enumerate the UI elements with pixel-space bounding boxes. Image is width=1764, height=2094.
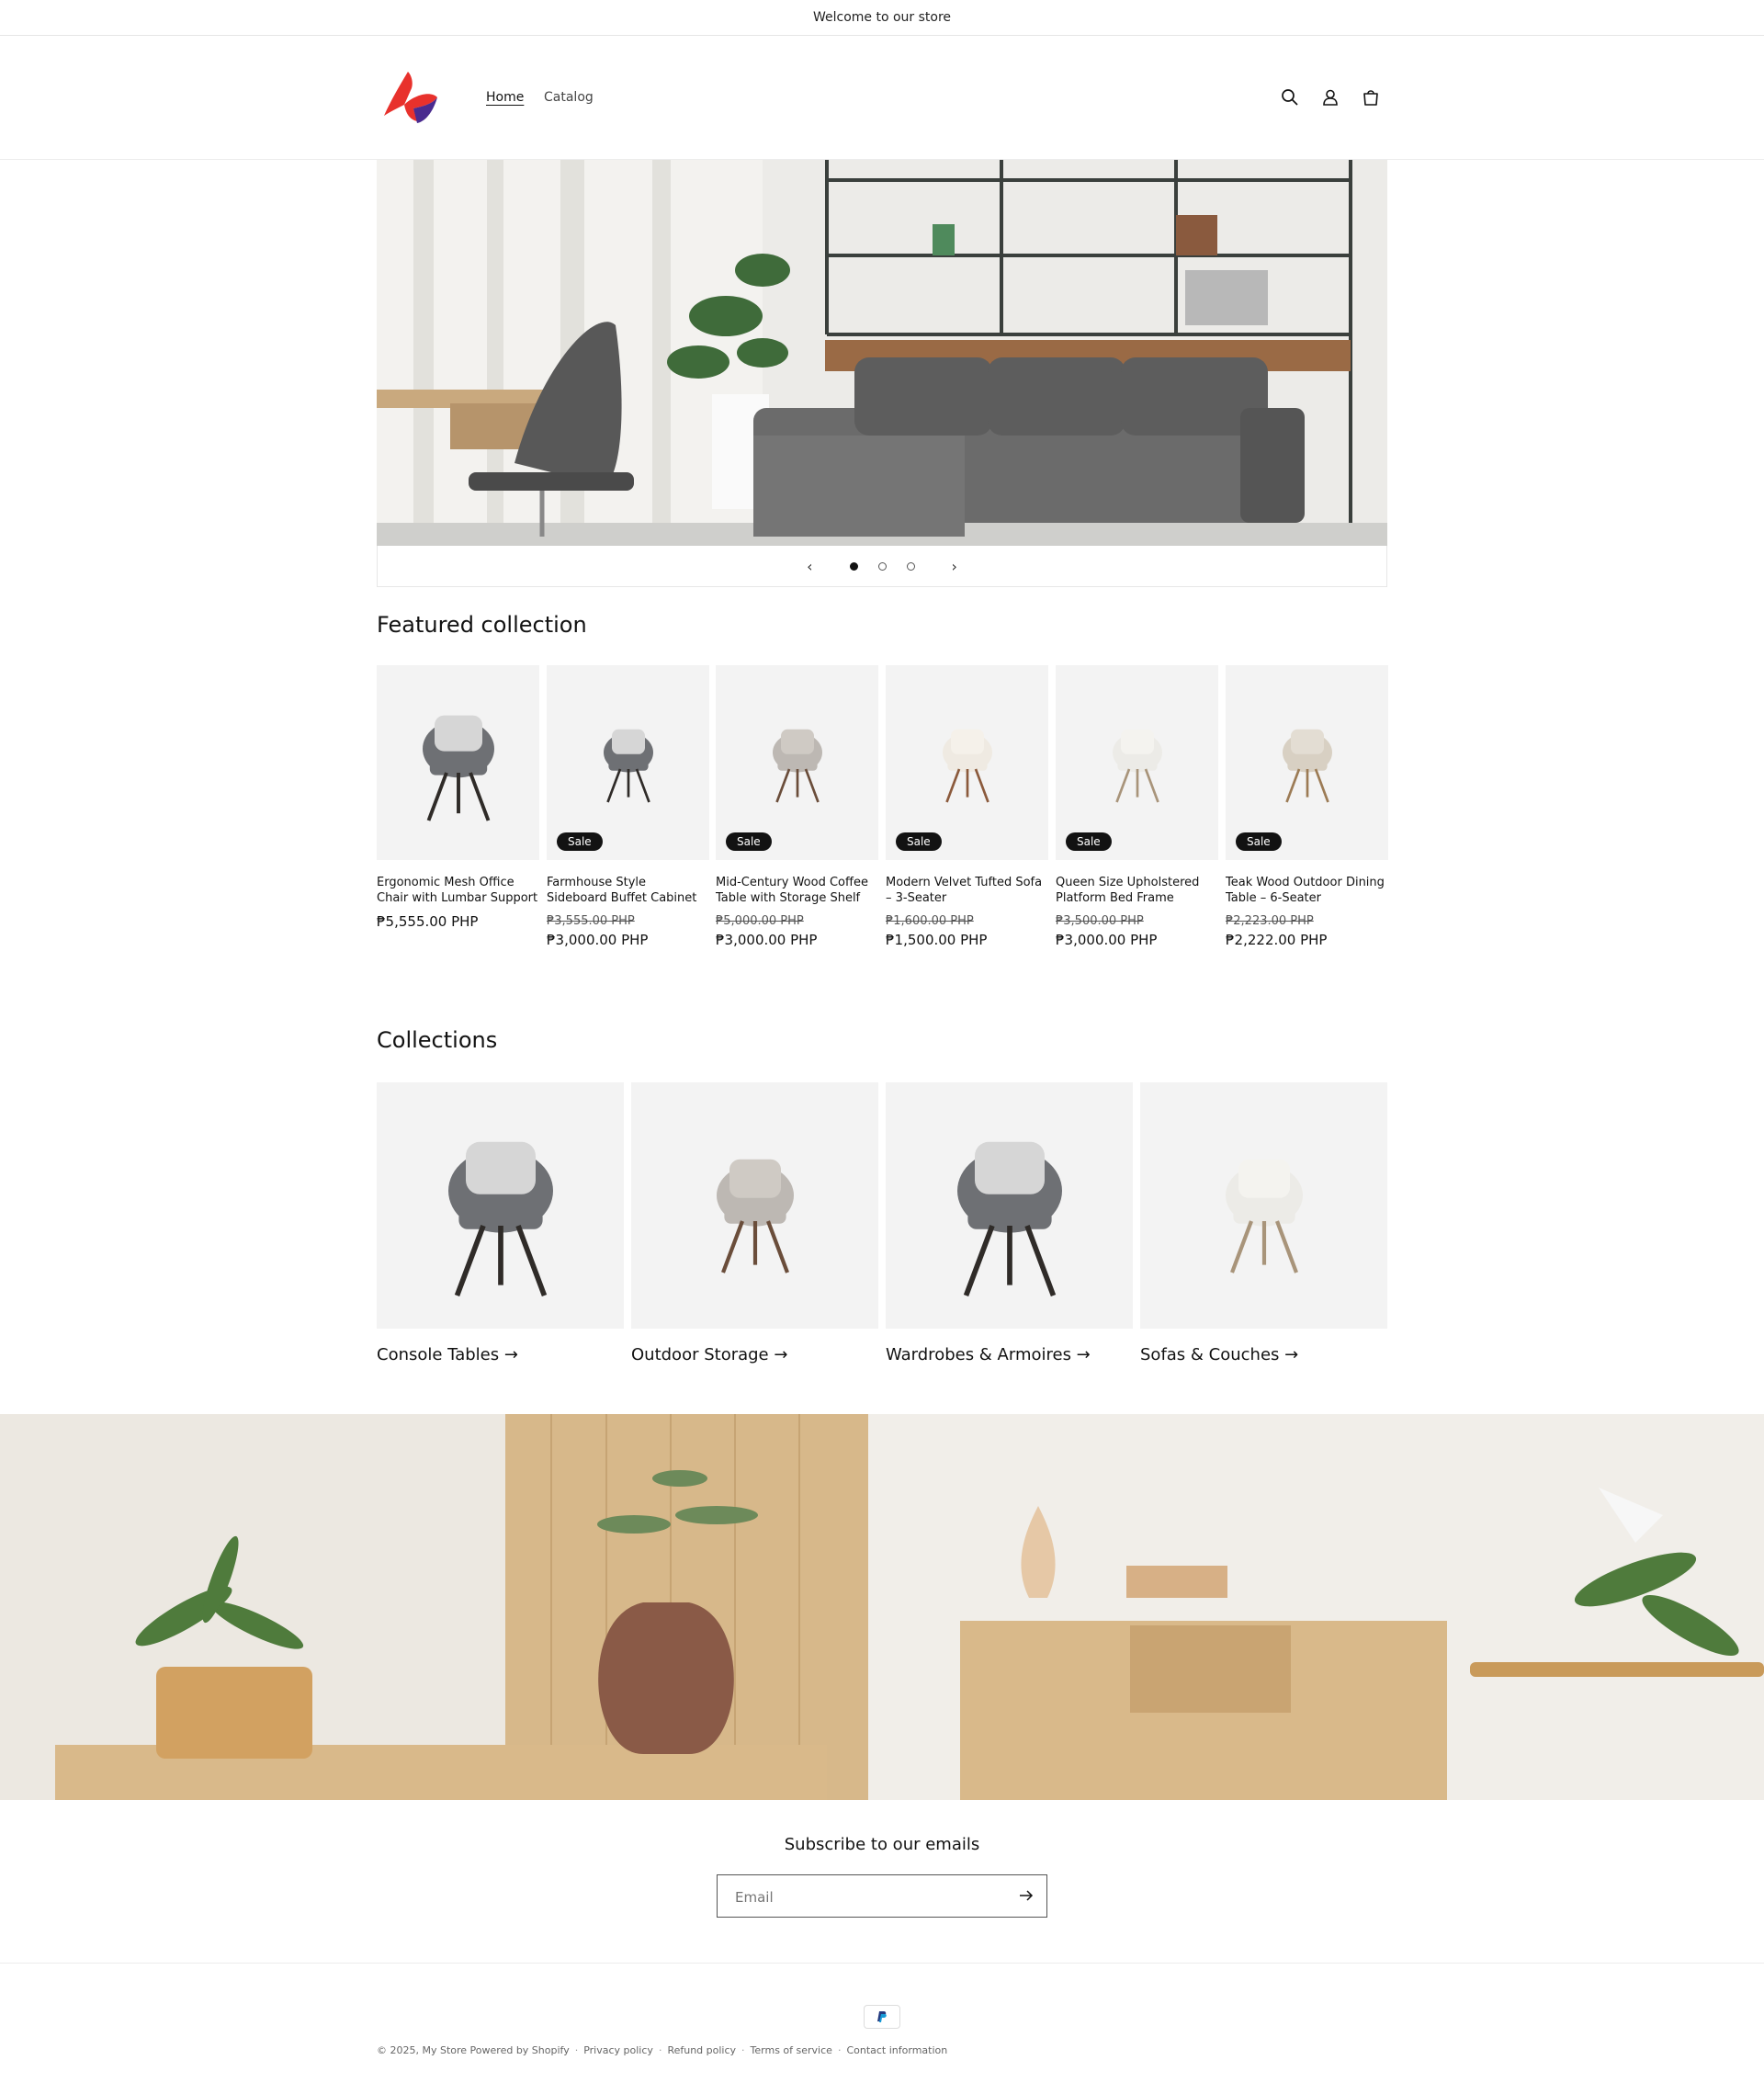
slide-dot-2[interactable] [877,561,887,571]
sale-badge: Sale [1066,832,1112,851]
copyright-text: © 2025, My Store Powered by Shopify [377,2044,570,2056]
product-title[interactable]: Teak Wood Outdoor Dining Table – 6-Seate… [1226,875,1388,906]
product-card[interactable]: Sale Queen Size Upholstered Platform Bed… [1056,665,1218,948]
account-icon[interactable] [1317,85,1343,110]
collection-card[interactable]: Outdoor Storage → [631,1082,878,1364]
product-compare-price: ₱2,223.00 PHP [1226,914,1314,928]
store-logo[interactable] [377,68,447,129]
email-input[interactable] [718,1875,1012,1919]
product-image[interactable]: Sale [547,665,709,860]
product-sale-price: ₱3,000.00 PHP [716,932,818,948]
sale-badge: Sale [726,832,772,851]
sale-badge: Sale [1236,832,1282,851]
product-image[interactable]: Sale [886,665,1048,860]
product-title[interactable]: Queen Size Upholstered Platform Bed Fram… [1056,875,1218,906]
product-sale-price: ₱1,500.00 PHP [886,932,988,948]
collection-image[interactable] [886,1082,1133,1329]
slide-next-button[interactable]: › [935,558,974,575]
product-compare-price: ₱3,555.00 PHP [547,914,635,928]
slide-dot-3[interactable] [906,561,915,571]
product-title[interactable]: Farmhouse Style Sideboard Buffet Cabinet [547,875,709,906]
announcement-text: Welcome to our store [812,10,952,25]
slideshow-controls: ‹ › [377,546,1387,587]
sale-badge: Sale [896,832,942,851]
product-card[interactable]: Sale Modern Velvet Tufted Sofa – 3-Seate… [886,665,1048,948]
product-sale-price: ₱3,000.00 PHP [547,932,649,948]
lifestyle-banner-image [0,1414,1764,1800]
collection-card[interactable]: Console Tables → [377,1082,624,1364]
nav-catalog-link[interactable]: Catalog [544,90,594,105]
product-title[interactable]: Modern Velvet Tufted Sofa – 3-Seater [886,875,1048,906]
product-image[interactable]: Sale [716,665,878,860]
collection-card[interactable]: Sofas & Couches → [1140,1082,1387,1364]
featured-collection-title: Featured collection [377,612,587,638]
paypal-icon [864,2005,900,2029]
product-card[interactable]: Sale Mid-Century Wood Coffee Table with … [716,665,878,948]
collection-image[interactable] [377,1082,624,1329]
product-title[interactable]: Mid-Century Wood Coffee Table with Stora… [716,875,878,906]
product-sale-price: ₱3,000.00 PHP [1056,932,1158,948]
product-image[interactable] [377,665,539,860]
subscribe-arrow-icon[interactable] [1017,1886,1035,1905]
sale-badge: Sale [557,832,603,851]
announcement-bar: Welcome to our store [0,0,1764,36]
footer-divider [0,1963,1764,1964]
product-compare-price: ₱1,600.00 PHP [886,914,974,928]
cart-icon[interactable] [1358,85,1384,110]
logo-icon [384,72,437,123]
collection-image[interactable] [631,1082,878,1329]
collections-title: Collections [377,1027,498,1053]
nav-home-link[interactable]: Home [486,90,524,105]
footer-links: © 2025, My Store Powered by Shopify · Pr… [377,2044,948,2056]
privacy-policy-link[interactable]: Privacy policy [583,2044,653,2056]
search-icon[interactable] [1277,85,1303,110]
product-image[interactable]: Sale [1226,665,1388,860]
collection-image[interactable] [1140,1082,1387,1329]
site-header [0,36,1764,160]
collection-card[interactable]: Wardrobes & Armoires → [886,1082,1133,1364]
collection-title-link[interactable]: Console Tables → [377,1345,624,1364]
product-card[interactable]: Ergonomic Mesh Office Chair with Lumbar … [377,665,539,930]
contact-information-link[interactable]: Contact information [846,2044,947,2056]
product-compare-price: ₱5,000.00 PHP [716,914,804,928]
refund-policy-link[interactable]: Refund policy [667,2044,736,2056]
collection-title-link[interactable]: Sofas & Couches → [1140,1345,1387,1364]
terms-of-service-link[interactable]: Terms of service [751,2044,832,2056]
product-price: ₱5,555.00 PHP [377,913,479,930]
collection-title-link[interactable]: Outdoor Storage → [631,1345,878,1364]
product-card[interactable]: Sale Farmhouse Style Sideboard Buffet Ca… [547,665,709,948]
newsletter-form [717,1874,1047,1919]
hero-slide-image [377,160,1387,546]
slide-dot-1[interactable] [849,561,858,571]
slide-prev-button[interactable]: ‹ [790,558,829,575]
product-image[interactable]: Sale [1056,665,1218,860]
product-title[interactable]: Ergonomic Mesh Office Chair with Lumbar … [377,875,539,906]
collection-title-link[interactable]: Wardrobes & Armoires → [886,1345,1133,1364]
product-sale-price: ₱2,222.00 PHP [1226,932,1328,948]
product-compare-price: ₱3,500.00 PHP [1056,914,1144,928]
product-card[interactable]: Sale Teak Wood Outdoor Dining Table – 6-… [1226,665,1388,948]
newsletter-title: Subscribe to our emails [784,1835,980,1854]
